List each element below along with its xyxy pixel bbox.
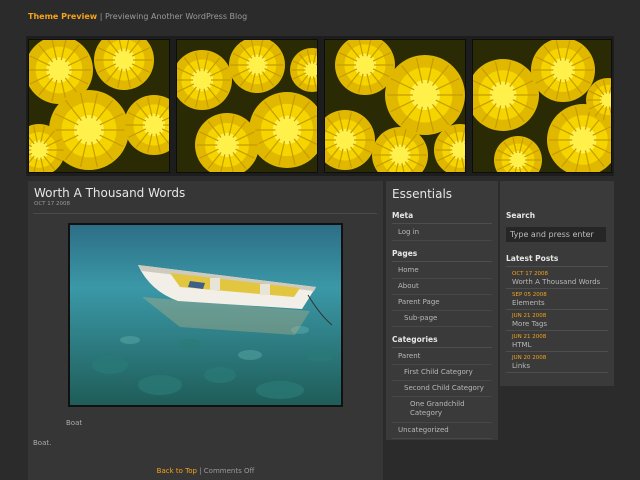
header-flower-image-1 <box>28 39 170 173</box>
latest-posts-heading: Latest Posts <box>506 254 608 267</box>
post-date: OCT 17 2008 <box>34 201 71 207</box>
blog-tagline: Previewing Another WordPress Blog <box>104 12 248 21</box>
header-flower-image-2 <box>176 39 318 173</box>
latest-post-title[interactable]: Worth A Thousand Words <box>512 278 608 286</box>
category-item-grandchild[interactable]: One Grandchild Category <box>392 397 492 423</box>
categories-heading: Categories <box>392 335 492 348</box>
latest-post-date: JUN 21 2008 <box>512 334 547 340</box>
latest-post-item[interactable]: JUN 21 2008 HTML <box>506 331 608 352</box>
category-item-second-child[interactable]: Second Child Category <box>392 381 492 397</box>
sidebar-title: Essentials <box>392 187 453 201</box>
latest-post-item[interactable]: JUN 21 2008 More Tags <box>506 310 608 331</box>
page-item-home[interactable]: Home <box>392 263 492 279</box>
header-banner <box>26 36 614 176</box>
footer-separator: | <box>199 467 202 475</box>
blog-title-link[interactable]: Theme Preview <box>28 12 97 21</box>
boat-photo[interactable] <box>68 223 343 407</box>
category-item-parent[interactable]: Parent <box>392 349 492 365</box>
latest-post-item[interactable]: SEP 05 2008 Elements <box>506 289 608 310</box>
latest-post-item[interactable]: JUN 20 2008 Links <box>506 352 608 373</box>
essentials-sidebar: Essentials Meta Log in Pages Home About … <box>386 181 498 440</box>
latest-post-title[interactable]: Links <box>512 362 608 370</box>
header-separator: | <box>99 12 103 21</box>
boat-photo-image <box>70 225 341 405</box>
divider <box>33 213 377 214</box>
search-input[interactable] <box>506 227 606 242</box>
latest-post-title[interactable]: Elements <box>512 299 608 307</box>
latest-post-date: OCT 17 2008 <box>512 271 549 277</box>
latest-post-date: SEP 05 2008 <box>512 292 547 298</box>
image-caption: Boat <box>66 419 83 427</box>
header-flower-image-4 <box>472 39 612 173</box>
post-footer: Back to Top | Comments Off <box>28 467 383 475</box>
latest-post-item[interactable]: OCT 17 2008 Worth A Thousand Words <box>506 268 608 289</box>
comments-status: Comments Off <box>203 467 255 475</box>
site-header-line: Theme Preview | Previewing Another WordP… <box>28 12 247 21</box>
page-item-sub-page[interactable]: Sub-page <box>392 311 492 327</box>
post-title-link[interactable]: Worth A Thousand Words <box>34 186 185 200</box>
meta-item-login[interactable]: Log in <box>392 225 492 241</box>
latest-post-date: JUN 21 2008 <box>512 313 547 319</box>
latest-post-title[interactable]: HTML <box>512 341 608 349</box>
category-item-uncategorized[interactable]: Uncategorized <box>392 423 492 439</box>
page-item-about[interactable]: About <box>392 279 492 295</box>
latest-post-title[interactable]: More Tags <box>512 320 608 328</box>
post-body-text: Boat. <box>33 439 52 447</box>
page-item-parent-page[interactable]: Parent Page <box>392 295 492 311</box>
header-flower-image-3 <box>324 39 466 173</box>
right-sidebar: Search Latest Posts OCT 17 2008 Worth A … <box>500 181 614 386</box>
pages-heading: Pages <box>392 249 492 262</box>
meta-heading: Meta <box>392 211 492 224</box>
category-item-first-child[interactable]: First Child Category <box>392 365 492 381</box>
search-heading: Search <box>506 211 536 220</box>
post-article: Worth A Thousand Words OCT 17 2008 Boat … <box>28 181 383 480</box>
latest-post-date: JUN 20 2008 <box>512 355 547 361</box>
back-to-top-link[interactable]: Back to Top <box>157 467 197 475</box>
